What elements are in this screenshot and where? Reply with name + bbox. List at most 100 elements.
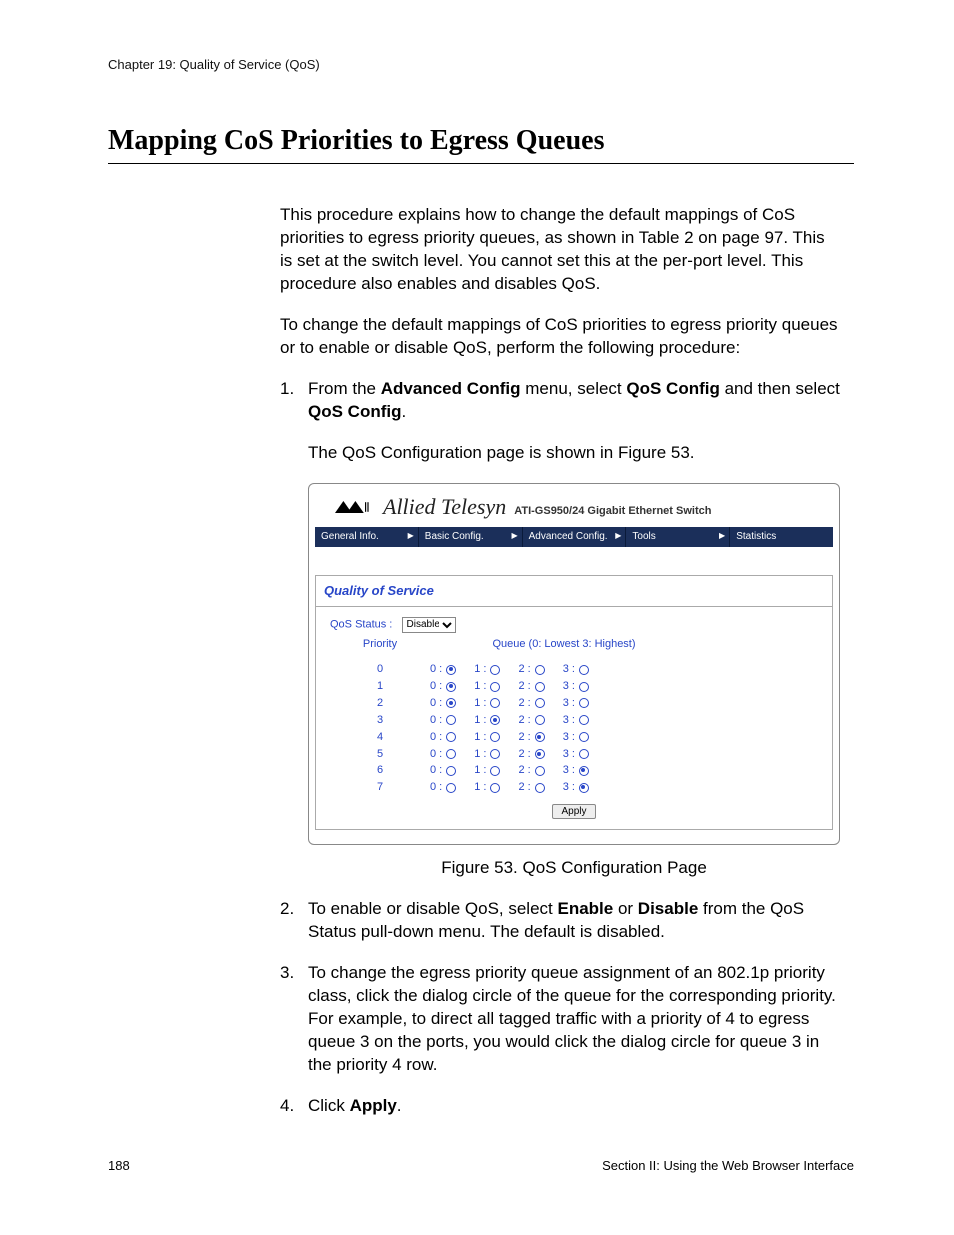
step-2-text: To enable or disable QoS, select Enable … (308, 899, 804, 941)
priority-value: 6 (330, 763, 430, 778)
brand-subtitle: ATI-GS950/24 Gigabit Ethernet Switch (514, 504, 711, 519)
queue-cell: 3 : (563, 662, 589, 677)
queue-radio[interactable] (490, 715, 500, 725)
queue-label: 0 : (430, 679, 442, 694)
nav-advanced-config[interactable]: Advanced Config. ▶ (523, 527, 627, 547)
step-1-result: The QoS Configuration page is shown in F… (308, 442, 840, 465)
queue-label: 0 : (430, 696, 442, 711)
button-name: Apply (350, 1096, 397, 1115)
step-number: 3. (280, 962, 294, 985)
queue-radio[interactable] (446, 698, 456, 708)
queue-cell: 3 : (563, 763, 589, 778)
page-footer: 188 Section II: Using the Web Browser In… (108, 1157, 854, 1175)
queue-cell: 0 : (430, 780, 456, 795)
apply-button[interactable]: Apply (552, 804, 595, 819)
queue-cell: 2 : (518, 730, 544, 745)
qos-status-select[interactable]: Disable (402, 617, 456, 633)
figure-caption: Figure 53. QoS Configuration Page (308, 857, 840, 880)
mapping-rows: 00 :1 :2 :3 :10 :1 :2 :3 :20 :1 :2 :3 :3… (330, 661, 818, 796)
step-4-text: Click Apply. (308, 1096, 402, 1115)
queue-radio[interactable] (579, 732, 589, 742)
queue-radio[interactable] (446, 749, 456, 759)
queue-radio[interactable] (535, 665, 545, 675)
queue-radio[interactable] (579, 766, 589, 776)
queue-radio[interactable] (490, 783, 500, 793)
queue-radio[interactable] (490, 682, 500, 692)
queue-radio[interactable] (446, 766, 456, 776)
queue-radio[interactable] (535, 732, 545, 742)
queue-radio[interactable] (446, 682, 456, 692)
queue-label: 1 : (474, 747, 486, 762)
queue-radio[interactable] (579, 665, 589, 675)
queue-cell: 2 : (518, 763, 544, 778)
queue-radio[interactable] (579, 783, 589, 793)
queue-radio[interactable] (535, 783, 545, 793)
queue-cell: 0 : (430, 713, 456, 728)
queue-cell: 2 : (518, 679, 544, 694)
queue-label: 2 : (518, 763, 530, 778)
queue-radio[interactable] (490, 766, 500, 776)
queue-radio[interactable] (446, 715, 456, 725)
queue-label: 0 : (430, 730, 442, 745)
text: and then select (720, 379, 840, 398)
queue-radio[interactable] (446, 783, 456, 793)
queue-radio[interactable] (446, 732, 456, 742)
queue-cells: 0 :1 :2 :3 : (430, 780, 589, 795)
intro-paragraph: This procedure explains how to change th… (280, 204, 840, 296)
queue-cell: 1 : (474, 713, 500, 728)
nav-basic-config[interactable]: Basic Config.▶ (419, 527, 523, 547)
text: Click (308, 1096, 350, 1115)
nav-label: Advanced Config. (529, 531, 608, 542)
priority-value: 2 (330, 696, 430, 711)
step-2: 2. To enable or disable QoS, select Enab… (280, 898, 840, 944)
text: . (401, 402, 406, 421)
text: To enable or disable QoS, select (308, 899, 557, 918)
page-number: 188 (108, 1157, 130, 1175)
queue-radio[interactable] (535, 682, 545, 692)
mapping-row: 20 :1 :2 :3 : (330, 695, 818, 712)
queue-label: 2 : (518, 679, 530, 694)
brand-name: Allied Telesyn (383, 492, 506, 522)
step-number: 1. (280, 378, 294, 401)
queue-label: 2 : (518, 713, 530, 728)
nav-bar: General Info.▶ Basic Config.▶ Advanced C… (315, 527, 833, 547)
queue-radio[interactable] (490, 665, 500, 675)
queue-cell: 2 : (518, 713, 544, 728)
queue-radio[interactable] (535, 749, 545, 759)
nav-general-info[interactable]: General Info.▶ (315, 527, 419, 547)
chevron-right-icon: ▶ (408, 531, 414, 542)
queue-radio[interactable] (579, 682, 589, 692)
queue-label: 3 : (563, 763, 575, 778)
queue-cell: 1 : (474, 730, 500, 745)
queue-radio[interactable] (579, 749, 589, 759)
queue-radio[interactable] (446, 665, 456, 675)
queue-cell: 3 : (563, 730, 589, 745)
queue-radio[interactable] (490, 732, 500, 742)
priority-value: 3 (330, 713, 430, 728)
queue-cells: 0 :1 :2 :3 : (430, 713, 589, 728)
queue-radio[interactable] (535, 766, 545, 776)
nav-tools[interactable]: Tools▶ (626, 527, 730, 547)
queue-radio[interactable] (535, 715, 545, 725)
option-name: QoS Config (308, 402, 401, 421)
text: From the (308, 379, 381, 398)
queue-label: 0 : (430, 662, 442, 677)
queue-label: 0 : (430, 763, 442, 778)
queue-radio[interactable] (490, 749, 500, 759)
mapping-row: 00 :1 :2 :3 : (330, 661, 818, 678)
priority-value: 1 (330, 679, 430, 694)
priority-header: Priority (330, 637, 430, 652)
queue-label: 1 : (474, 763, 486, 778)
queue-radio[interactable] (579, 698, 589, 708)
queue-label: 2 : (518, 730, 530, 745)
queue-cell: 2 : (518, 780, 544, 795)
queue-label: 3 : (563, 662, 575, 677)
queue-label: 3 : (563, 679, 575, 694)
queue-radio[interactable] (490, 698, 500, 708)
queue-cell: 3 : (563, 780, 589, 795)
nav-statistics[interactable]: Statistics (730, 527, 833, 547)
chevron-right-icon: ▶ (615, 531, 621, 542)
queue-radio[interactable] (579, 715, 589, 725)
queue-cell: 1 : (474, 763, 500, 778)
queue-radio[interactable] (535, 698, 545, 708)
